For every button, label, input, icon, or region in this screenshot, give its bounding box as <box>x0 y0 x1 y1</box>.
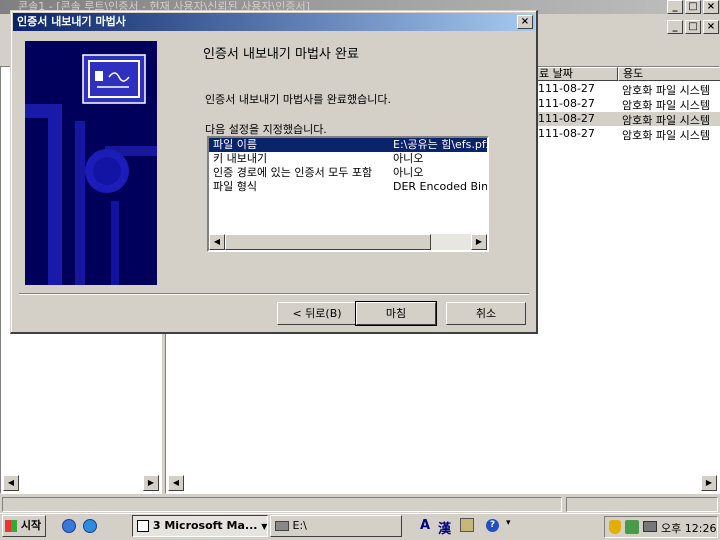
settings-row-include-chain[interactable]: 인증 경로에 있는 인증서 모두 포함 아니오 <box>209 166 487 180</box>
ime-mode-indicator[interactable]: A <box>420 518 430 533</box>
ime-pad-icon[interactable] <box>460 518 474 532</box>
quicklaunch-ie2-icon[interactable] <box>83 519 97 533</box>
chevron-down-icon: ▼ <box>261 522 268 531</box>
help-icon[interactable]: ? <box>486 519 499 532</box>
wizard-side-graphic <box>25 41 157 285</box>
list-row[interactable]: 111-08-27 암호화 파일 시스템 <box>534 112 720 127</box>
finish-button[interactable]: 마침 <box>355 301 437 326</box>
settings-scroll-thumb[interactable] <box>225 234 431 250</box>
taskbar-item-explorer[interactable]: E:\ <box>270 515 402 537</box>
column-header-expiry[interactable]: 료 날짜 <box>534 67 618 81</box>
system-tray: 오후 12:26 <box>604 516 718 538</box>
wizard-dialog: 인증서 내보내기 마법사 × 인증서 내보내기 마법사 완료 인증서 내보내기 … <box>10 10 538 334</box>
shield-icon[interactable] <box>609 520 621 534</box>
list-scroll-right-button[interactable]: ▶ <box>701 475 717 491</box>
column-header-purpose[interactable]: 용도 <box>618 67 720 81</box>
certificate-graphic <box>25 41 157 285</box>
mmc-icon <box>137 520 149 532</box>
tree-scroll-left-button[interactable]: ◀ <box>3 475 19 491</box>
ime-hanja-indicator[interactable]: 漢 <box>438 518 451 537</box>
wizard-separator <box>19 293 529 295</box>
list-row[interactable]: 111-08-27 암호화 파일 시스템 <box>534 82 720 97</box>
windows-logo-icon <box>5 520 17 532</box>
drive-icon <box>275 521 289 531</box>
cancel-button[interactable]: 취소 <box>446 302 526 325</box>
settings-row-file-format[interactable]: 파일 형식 DER Encoded Bina <box>209 180 487 194</box>
settings-row-filename[interactable]: 파일 이름 E:\공유는 힘\efs.pfx <box>209 138 487 152</box>
settings-scroll-right-button[interactable]: ▶ <box>471 234 487 250</box>
list-row[interactable]: 111-08-27 암호화 파일 시스템 <box>534 127 720 142</box>
wizard-completed-text: 인증서 내보내기 마법사를 완료했습니다. <box>205 93 392 106</box>
wizard-close-button[interactable]: × <box>517 15 533 29</box>
main-close-button[interactable]: × <box>703 0 719 14</box>
wizard-titlebar[interactable]: 인증서 내보내기 마법사 × <box>13 13 535 31</box>
options-icon[interactable]: ▾ <box>506 518 511 528</box>
list-row[interactable]: 111-08-27 암호화 파일 시스템 <box>534 97 720 112</box>
mdi-minimize-button[interactable]: _ <box>667 20 683 34</box>
network-icon[interactable] <box>625 520 639 534</box>
list-scroll-left-button[interactable]: ◀ <box>168 475 184 491</box>
wizard-heading: 인증서 내보내기 마법사 완료 <box>203 47 359 62</box>
monitor-icon[interactable] <box>643 521 657 532</box>
back-button[interactable]: < 뒤로(B) <box>277 302 357 325</box>
taskbar-item-mmc[interactable]: 3 Microsoft Ma... ▼ <box>132 515 268 537</box>
start-button[interactable]: 시작 <box>2 515 46 537</box>
wizard-title: 인증서 내보내기 마법사 <box>17 15 126 28</box>
settings-hscrollbar[interactable]: ◀ ▶ <box>209 234 487 250</box>
mdi-maximize-button[interactable]: □ <box>685 20 701 34</box>
status-bar <box>0 496 720 513</box>
settings-list[interactable]: 파일 이름 E:\공유는 힘\efs.pfx 키 내보내기 아니오 인증 경로에… <box>207 136 489 252</box>
main-maximize-button[interactable]: □ <box>685 0 701 14</box>
tree-scroll-right-button[interactable]: ▶ <box>143 475 159 491</box>
settings-list-content: 파일 이름 E:\공유는 힘\efs.pfx 키 내보내기 아니오 인증 경로에… <box>209 138 487 234</box>
wizard-settings-label: 다음 설정을 지정했습니다. <box>205 123 327 136</box>
quicklaunch-ie-icon[interactable] <box>62 519 76 533</box>
clock[interactable]: 오후 12:26 <box>661 520 716 536</box>
status-panel-1 <box>2 497 562 512</box>
settings-row-export-key[interactable]: 키 내보내기 아니오 <box>209 152 487 166</box>
main-minimize-button[interactable]: _ <box>667 0 683 14</box>
settings-scroll-left-button[interactable]: ◀ <box>209 234 225 250</box>
status-panel-2 <box>566 497 718 512</box>
mdi-close-button[interactable]: × <box>703 20 719 34</box>
